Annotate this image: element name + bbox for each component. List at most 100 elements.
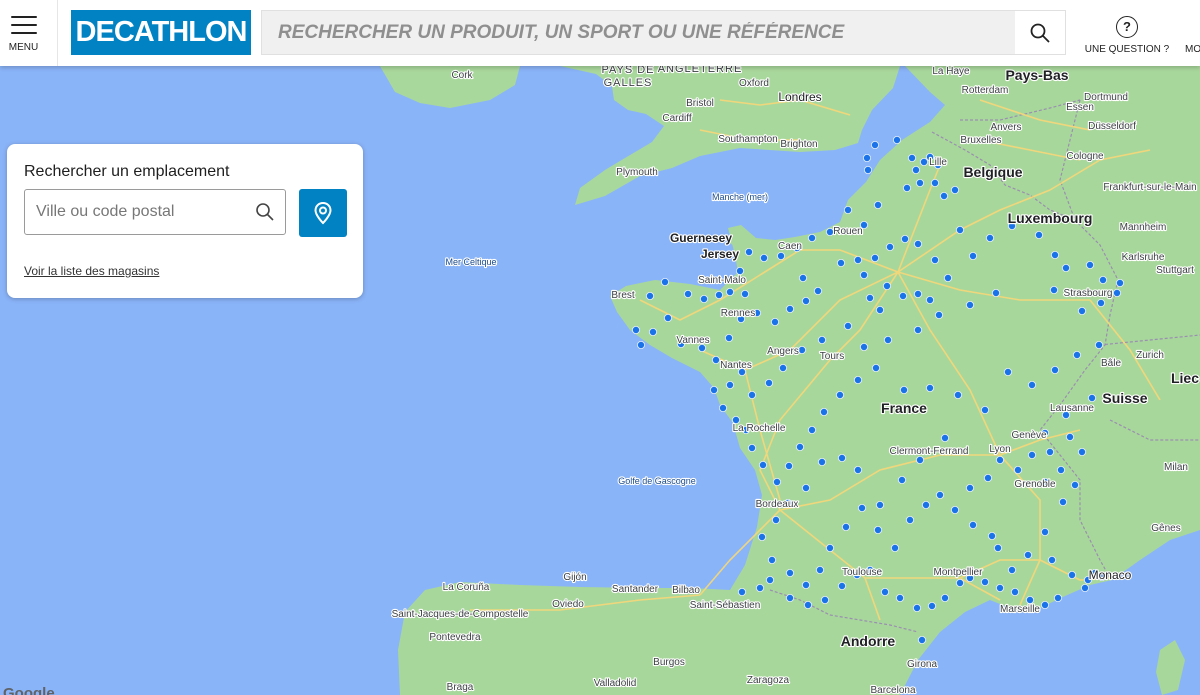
store-marker[interactable] bbox=[1071, 480, 1080, 489]
store-marker[interactable] bbox=[738, 588, 747, 597]
store-marker[interactable] bbox=[926, 295, 935, 304]
store-marker[interactable] bbox=[760, 253, 769, 262]
store-marker[interactable] bbox=[786, 594, 795, 603]
store-marker[interactable] bbox=[860, 342, 869, 351]
store-marker[interactable] bbox=[798, 345, 807, 354]
store-marker[interactable] bbox=[988, 532, 997, 541]
store-marker[interactable] bbox=[808, 233, 817, 242]
store-marker[interactable] bbox=[914, 289, 923, 298]
store-marker[interactable] bbox=[854, 465, 863, 474]
store-marker[interactable] bbox=[799, 273, 808, 282]
location-input[interactable] bbox=[25, 190, 245, 234]
store-marker[interactable] bbox=[913, 604, 922, 613]
store-marker[interactable] bbox=[1116, 278, 1125, 287]
product-search-input[interactable] bbox=[262, 11, 1014, 54]
store-marker[interactable] bbox=[898, 475, 907, 484]
store-marker[interactable] bbox=[858, 503, 867, 512]
store-marker[interactable] bbox=[928, 602, 937, 611]
store-map[interactable]: Cork PAYS DE GALLES ANGLETERRE Bristol Oxford… bbox=[0, 0, 1200, 695]
store-marker[interactable] bbox=[941, 594, 950, 603]
store-marker[interactable] bbox=[893, 135, 902, 144]
store-marker[interactable] bbox=[661, 277, 670, 286]
store-marker[interactable] bbox=[900, 385, 909, 394]
store-marker[interactable] bbox=[854, 255, 863, 264]
store-marker[interactable] bbox=[864, 165, 873, 174]
store-marker[interactable] bbox=[969, 251, 978, 260]
store-marker[interactable] bbox=[785, 461, 794, 470]
store-marker[interactable] bbox=[844, 205, 853, 214]
store-marker[interactable] bbox=[966, 483, 975, 492]
store-marker[interactable] bbox=[779, 363, 788, 372]
account-label[interactable]: MO bbox=[1185, 44, 1200, 55]
search-icon[interactable] bbox=[255, 202, 275, 222]
store-marker[interactable] bbox=[954, 390, 963, 399]
store-marker[interactable] bbox=[956, 579, 965, 588]
store-marker[interactable] bbox=[726, 287, 735, 296]
store-marker[interactable] bbox=[931, 178, 940, 187]
store-marker[interactable] bbox=[664, 313, 673, 322]
store-marker[interactable] bbox=[926, 383, 935, 392]
store-marker[interactable] bbox=[883, 281, 892, 290]
store-marker[interactable] bbox=[969, 521, 978, 530]
geolocate-button[interactable] bbox=[299, 189, 347, 237]
store-marker[interactable] bbox=[872, 363, 881, 372]
store-marker[interactable] bbox=[844, 321, 853, 330]
store-marker[interactable] bbox=[918, 636, 927, 645]
store-marker[interactable] bbox=[944, 273, 953, 282]
store-marker[interactable] bbox=[863, 153, 872, 162]
store-marker[interactable] bbox=[1008, 566, 1017, 575]
store-marker[interactable] bbox=[992, 288, 1001, 297]
store-marker[interactable] bbox=[646, 291, 655, 300]
store-marker[interactable] bbox=[1081, 584, 1090, 593]
store-marker[interactable] bbox=[951, 185, 960, 194]
decathlon-logo[interactable]: DECATHLON bbox=[71, 10, 251, 55]
store-marker[interactable] bbox=[966, 300, 975, 309]
store-marker[interactable] bbox=[748, 443, 757, 452]
store-marker[interactable] bbox=[808, 425, 817, 434]
store-marker[interactable] bbox=[1028, 380, 1037, 389]
store-marker[interactable] bbox=[773, 477, 782, 486]
store-marker[interactable] bbox=[984, 473, 993, 482]
store-marker[interactable] bbox=[771, 317, 780, 326]
store-marker[interactable] bbox=[860, 270, 869, 279]
store-marker[interactable] bbox=[796, 442, 805, 451]
store-marker[interactable] bbox=[1026, 596, 1035, 605]
store-marker[interactable] bbox=[941, 433, 950, 442]
store-marker[interactable] bbox=[906, 516, 915, 525]
store-marker[interactable] bbox=[814, 286, 823, 295]
store-marker[interactable] bbox=[1078, 306, 1087, 315]
store-marker[interactable] bbox=[1014, 465, 1023, 474]
store-marker[interactable] bbox=[649, 327, 658, 336]
store-marker[interactable] bbox=[786, 304, 795, 313]
store-marker[interactable] bbox=[891, 544, 900, 553]
store-marker[interactable] bbox=[1050, 285, 1059, 294]
store-marker[interactable] bbox=[912, 165, 921, 174]
store-marker[interactable] bbox=[886, 242, 895, 251]
menu-button[interactable]: MENU bbox=[0, 0, 58, 66]
help-button[interactable]: ? UNE QUESTION ? bbox=[1084, 0, 1170, 66]
store-marker[interactable] bbox=[951, 505, 960, 514]
store-marker[interactable] bbox=[986, 233, 995, 242]
store-marker[interactable] bbox=[901, 234, 910, 243]
store-marker[interactable] bbox=[896, 594, 905, 603]
store-marker[interactable] bbox=[908, 153, 917, 162]
store-marker[interactable] bbox=[772, 516, 781, 525]
store-marker[interactable] bbox=[914, 239, 923, 248]
store-marker[interactable] bbox=[1004, 367, 1013, 376]
store-marker[interactable] bbox=[854, 375, 863, 384]
store-marker[interactable] bbox=[715, 290, 724, 299]
store-marker[interactable] bbox=[1086, 260, 1095, 269]
store-marker[interactable] bbox=[768, 556, 777, 565]
store-marker[interactable] bbox=[700, 294, 709, 303]
store-marker[interactable] bbox=[837, 258, 846, 267]
store-marker[interactable] bbox=[931, 255, 940, 264]
store-marker[interactable] bbox=[741, 289, 750, 298]
store-marker[interactable] bbox=[818, 457, 827, 466]
store-marker[interactable] bbox=[765, 378, 774, 387]
store-marker[interactable] bbox=[1041, 528, 1050, 537]
store-marker[interactable] bbox=[884, 335, 893, 344]
store-marker[interactable] bbox=[838, 582, 847, 591]
store-marker[interactable] bbox=[836, 390, 845, 399]
store-marker[interactable] bbox=[802, 483, 811, 492]
store-marker[interactable] bbox=[745, 247, 754, 256]
